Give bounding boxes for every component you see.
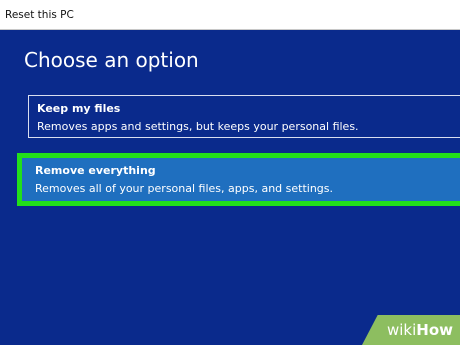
title-bar: Reset this PC xyxy=(0,0,460,30)
keep-my-files-option[interactable]: Keep my files Removes apps and settings,… xyxy=(28,95,460,138)
option-title: Keep my files xyxy=(37,102,121,115)
option-title: Remove everything xyxy=(35,164,156,177)
wikihow-logo: wikiHow xyxy=(386,321,453,339)
option-description: Removes apps and settings, but keeps you… xyxy=(37,120,359,133)
page-title: Choose an option xyxy=(24,48,199,72)
option-description: Removes all of your personal files, apps… xyxy=(35,182,334,195)
window-title: Reset this PC xyxy=(5,9,74,21)
remove-everything-option[interactable]: Remove everything Removes all of your pe… xyxy=(22,158,460,201)
